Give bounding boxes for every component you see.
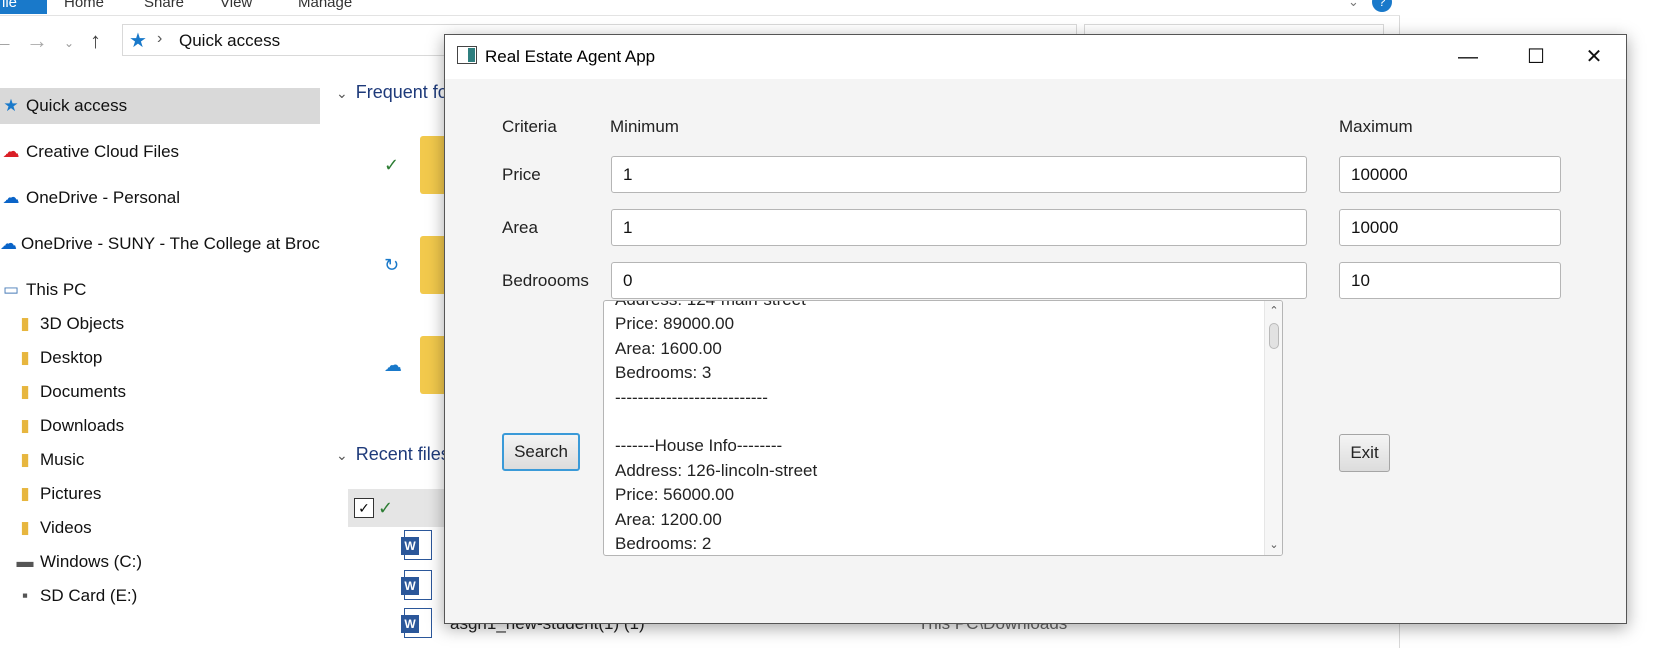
real-estate-app-window: Real Estate Agent App — ☐ ✕ Criteria Min… xyxy=(444,34,1627,624)
folder-icon: ▮ xyxy=(20,382,30,401)
results-text: Address: 124-main-street Price: 89000.00… xyxy=(615,301,818,554)
sidebar-item-pictures[interactable]: ▮ Pictures xyxy=(0,476,320,512)
recent-files-header[interactable]: ⌄ Recent files xyxy=(336,444,450,465)
sidebar-item-windows-c[interactable]: ▬ Windows (C:) xyxy=(0,544,320,580)
area-max-input[interactable]: 10000 xyxy=(1339,209,1561,246)
folder-icon: ▮ xyxy=(20,416,30,435)
tab-manage[interactable]: Manage xyxy=(298,0,352,11)
tab-share[interactable]: Share xyxy=(144,0,184,11)
minimum-header: Minimum xyxy=(610,117,679,136)
ribbon-expand-icon[interactable]: ⌄ xyxy=(1348,0,1359,10)
address-path[interactable]: Quick access xyxy=(179,31,280,51)
recent-locations-chevron-icon[interactable]: ⌄ xyxy=(64,36,74,50)
breadcrumb-separator-icon[interactable]: › xyxy=(157,30,162,48)
bedrooms-label: Bedroooms xyxy=(502,271,589,290)
price-max-input[interactable]: 100000 xyxy=(1339,156,1561,193)
navigation-pane: ★ Quick access ☁ Creative Cloud Files ☁ One… xyxy=(0,88,322,648)
sd-card-icon: ▪ xyxy=(21,586,29,605)
price-label: Price xyxy=(502,165,541,184)
quick-access-star-icon: ★ xyxy=(129,30,147,52)
creative-cloud-icon: ☁ xyxy=(2,142,20,161)
criteria-header: Criteria xyxy=(502,117,557,136)
maximum-header: Maximum xyxy=(1339,117,1413,136)
window-title-bar[interactable]: Real Estate Agent App — ☐ ✕ xyxy=(445,35,1626,79)
tab-view[interactable]: View xyxy=(220,0,252,11)
results-text-area[interactable]: Address: 124-main-street Price: 89000.00… xyxy=(603,300,1283,556)
collapse-chevron-icon: ⌄ xyxy=(336,85,348,101)
exit-button[interactable]: Exit xyxy=(1339,434,1390,472)
scroll-down-arrow-icon[interactable]: ⌄ xyxy=(1265,537,1282,553)
minimize-button[interactable]: — xyxy=(1434,35,1502,79)
synced-check-icon: ✓ xyxy=(378,498,394,518)
row-checkbox[interactable]: ✓ xyxy=(354,498,374,518)
folder-icon: ▮ xyxy=(20,348,30,367)
sidebar-item-desktop[interactable]: ▮ Desktop xyxy=(0,340,320,376)
word-document-icon[interactable] xyxy=(401,570,432,600)
scrollbar-thumb[interactable] xyxy=(1269,323,1279,349)
word-document-icon[interactable] xyxy=(401,530,432,560)
collapse-chevron-icon: ⌄ xyxy=(336,447,348,463)
computer-icon: ▭ xyxy=(2,280,20,299)
folder-icon: ▮ xyxy=(20,314,30,333)
sidebar-item-3d-objects[interactable]: ▮ 3D Objects xyxy=(0,306,320,342)
scroll-up-arrow-icon[interactable]: ⌃ xyxy=(1265,303,1282,319)
word-document-icon[interactable] xyxy=(401,608,432,638)
sync-pending-icon: ↻ xyxy=(384,255,400,275)
sidebar-item-documents[interactable]: ▮ Documents xyxy=(0,374,320,410)
up-arrow-icon[interactable]: ↑ xyxy=(90,28,101,54)
onedrive-cloud-icon: ☁ xyxy=(0,234,17,253)
price-min-input[interactable]: 1 xyxy=(611,156,1307,193)
sidebar-item-onedrive-suny[interactable]: ☁OneDrive - SUNY - The College at Brockp… xyxy=(0,226,320,262)
sidebar-item-this-pc[interactable]: ▭ This PC xyxy=(0,272,320,308)
bedrooms-min-input[interactable]: 0 xyxy=(611,262,1307,299)
sidebar-item-creative-cloud[interactable]: ☁ Creative Cloud Files xyxy=(0,134,320,170)
search-button[interactable]: Search xyxy=(502,433,580,471)
onedrive-cloud-icon: ☁ xyxy=(2,188,20,207)
close-button[interactable]: ✕ xyxy=(1560,35,1628,79)
folder-icon: ▮ xyxy=(20,518,30,537)
synced-check-icon: ✓ xyxy=(384,155,400,175)
drive-icon: ▬ xyxy=(16,552,34,571)
folder-icon: ▮ xyxy=(20,484,30,503)
sidebar-item-sd-card[interactable]: ▪ SD Card (E:) xyxy=(0,578,320,614)
help-icon[interactable]: ? xyxy=(1372,0,1392,12)
results-scrollbar[interactable]: ⌃ ⌄ xyxy=(1264,301,1282,555)
bedrooms-max-input[interactable]: 10 xyxy=(1339,262,1561,299)
folder-icon: ▮ xyxy=(20,450,30,469)
sidebar-item-videos[interactable]: ▮ Videos xyxy=(0,510,320,546)
area-label: Area xyxy=(502,218,538,237)
star-icon: ★ xyxy=(3,96,19,115)
forward-arrow-icon[interactable]: → xyxy=(26,28,48,54)
tab-home[interactable]: Home xyxy=(64,0,104,11)
sidebar-item-quick-access[interactable]: ★ Quick access xyxy=(0,88,320,124)
sidebar-item-onedrive-personal[interactable]: ☁ OneDrive - Personal xyxy=(0,180,320,216)
sidebar-item-downloads[interactable]: ▮ Downloads xyxy=(0,408,320,444)
back-arrow-icon[interactable]: ← xyxy=(0,28,14,54)
sidebar-item-music[interactable]: ▮ Music xyxy=(0,442,320,478)
tab-file[interactable]: ile xyxy=(0,0,47,14)
window-title: Real Estate Agent App xyxy=(485,47,656,66)
cloud-only-icon: ☁ xyxy=(384,355,402,375)
area-min-input[interactable]: 1 xyxy=(611,209,1307,246)
ribbon-tabs: ile Home Share View Manage ⌄ ? xyxy=(0,0,1400,16)
app-window-icon xyxy=(457,46,477,64)
